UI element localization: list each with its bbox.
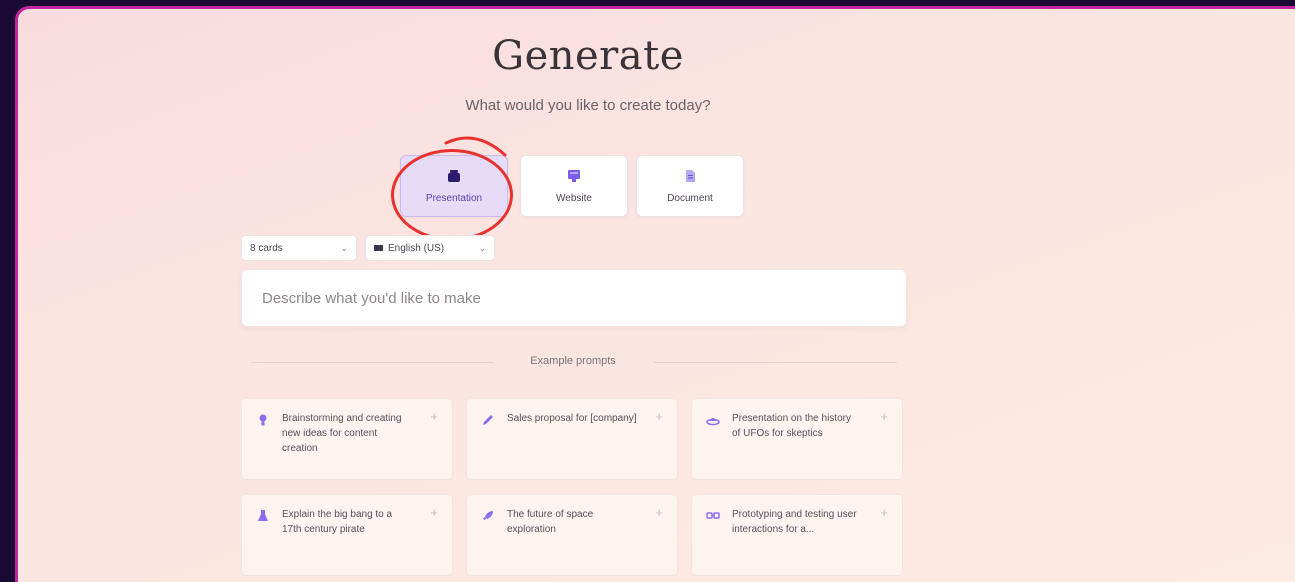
annotation-stroke xyxy=(444,136,507,157)
lightbulb-icon xyxy=(259,414,267,426)
plus-icon: + xyxy=(430,409,438,424)
website-icon xyxy=(568,169,580,182)
example-card[interactable]: Explain the big bang to a 17th century p… xyxy=(241,494,453,576)
card-count-value: 8 cards xyxy=(250,242,283,254)
page-title: Generate xyxy=(492,33,684,79)
example-card[interactable]: Sales proposal for [company] + xyxy=(466,398,678,480)
app-frame: Generate What would you like to create t… xyxy=(15,6,1295,582)
card-count-select[interactable]: 8 cards ⌄ xyxy=(241,235,357,261)
website-type-button[interactable]: Website xyxy=(520,155,628,217)
plus-icon: + xyxy=(880,409,888,424)
ufo-icon xyxy=(706,418,720,426)
pencil-icon xyxy=(483,415,493,425)
example-card[interactable]: Presentation on the history of UFOs for … xyxy=(691,398,903,480)
language-value: English (US) xyxy=(388,242,445,254)
example-card-text: Sales proposal for [company] xyxy=(507,413,637,424)
vr-goggles-icon xyxy=(706,512,720,519)
rocket-icon xyxy=(483,511,493,520)
example-card-text: Prototyping and testing user interaction… xyxy=(732,509,857,535)
chevron-down-icon: ⌄ xyxy=(340,242,348,253)
flag-icon xyxy=(374,245,383,251)
example-card[interactable]: Brainstorming and creating new ideas for… xyxy=(241,398,453,480)
example-card[interactable]: The future of space exploration + xyxy=(466,494,678,576)
plus-icon: + xyxy=(430,505,438,520)
document-type-button[interactable]: Document xyxy=(636,155,744,217)
divider-right xyxy=(654,362,897,363)
chevron-down-icon: ⌄ xyxy=(478,242,486,253)
page-subtitle: What would you like to create today? xyxy=(465,97,711,114)
language-select[interactable]: English (US) ⌄ xyxy=(365,235,495,261)
annotation-circle xyxy=(391,149,513,241)
example-card-text: Presentation on the history of UFOs for … xyxy=(732,413,851,439)
flask-icon xyxy=(258,510,268,521)
example-card[interactable]: Prototyping and testing user interaction… xyxy=(691,494,903,576)
plus-icon: + xyxy=(655,409,663,424)
example-card-text: Brainstorming and creating new ideas for… xyxy=(282,413,402,454)
website-type-label: Website xyxy=(556,192,592,204)
plus-icon: + xyxy=(655,505,663,520)
document-type-label: Document xyxy=(667,192,713,204)
example-card-text: The future of space exploration xyxy=(507,509,594,535)
plus-icon: + xyxy=(880,505,888,520)
prompt-input[interactable] xyxy=(241,269,907,327)
document-icon xyxy=(686,169,695,182)
example-card-text: Explain the big bang to a 17th century p… xyxy=(282,509,393,535)
example-prompts-heading: Example prompts xyxy=(530,355,616,367)
